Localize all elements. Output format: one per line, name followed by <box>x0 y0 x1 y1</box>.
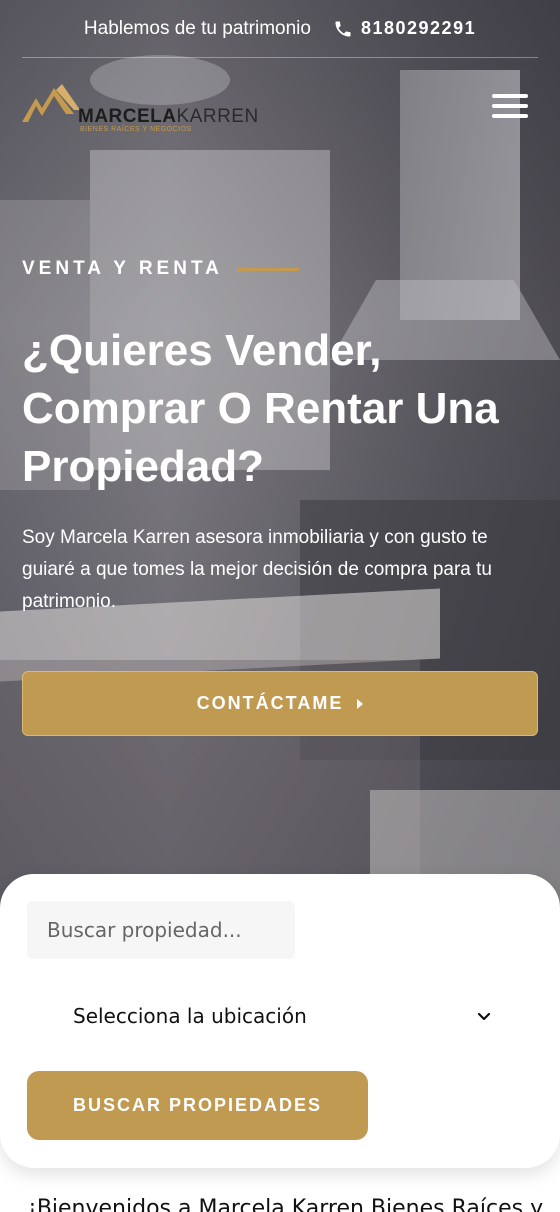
menu-bar <box>492 94 528 98</box>
topbar-tagline: Hablemos de tu patrimonio <box>83 17 311 39</box>
brand-name: MARCELAKARREN <box>78 106 259 128</box>
property-search-input[interactable] <box>27 901 295 959</box>
menu-bar <box>492 104 528 108</box>
chevron-down-icon <box>477 1012 491 1021</box>
menu-bar <box>492 114 528 118</box>
search-properties-button[interactable]: BUSCAR PROPIEDADES <box>27 1071 368 1140</box>
brand-name-light: KARREN <box>176 106 259 127</box>
contact-button[interactable]: CONTÁCTAME <box>22 671 538 736</box>
phone-link[interactable]: 8180292291 <box>333 18 476 39</box>
location-select-label: Selecciona la ubicación <box>73 1004 307 1028</box>
hamburger-menu-icon[interactable] <box>492 94 528 124</box>
top-contact-bar: Hablemos de tu patrimonio 8180292291 <box>22 0 538 58</box>
welcome-heading: ¡Bienvenidos a Marcela Karren Bienes Raí… <box>28 1196 544 1212</box>
eyebrow-divider <box>236 267 299 271</box>
property-search-card: Selecciona la ubicación BUSCAR PROPIEDAD… <box>0 874 560 1168</box>
contact-button-label: CONTÁCTAME <box>196 693 344 713</box>
hero-eyebrow: VENTA Y RENTA <box>22 258 299 280</box>
search-properties-label: BUSCAR PROPIEDADES <box>72 1095 323 1115</box>
hero-headline: ¿Quieres Vender, Comprar O Rentar Una Pr… <box>22 326 499 491</box>
hero-description: Soy Marcela Karren asesora inmobiliaria … <box>22 527 492 612</box>
brand-name-bold: MARCELA <box>78 106 177 127</box>
hero-section: Hablemos de tu patrimonio 8180292291 MAR… <box>0 0 560 930</box>
caret-right-icon <box>357 698 364 709</box>
phone-number: 8180292291 <box>360 18 477 38</box>
phone-icon <box>335 21 351 36</box>
eyebrow-text: VENTA Y RENTA <box>22 258 223 279</box>
brand-subtitle: BIENES RAÍCES Y NEGOCIOS <box>80 126 192 133</box>
location-select[interactable]: Selecciona la ubicación <box>52 994 492 1038</box>
brand-logo[interactable]: MARCELAKARREN BIENES RAÍCES Y NEGOCIOS <box>22 80 282 138</box>
